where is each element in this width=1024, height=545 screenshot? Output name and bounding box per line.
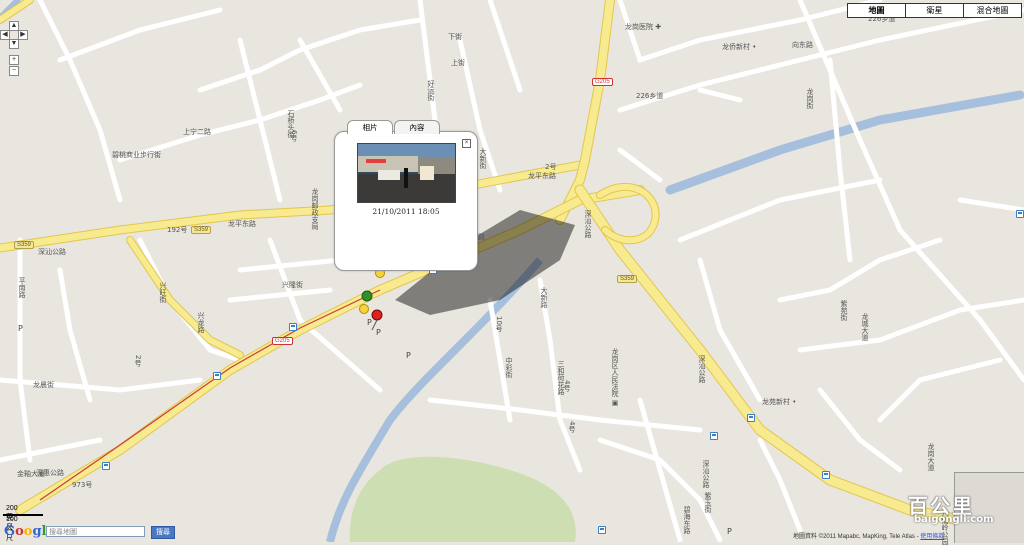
map-label: 龙岗邮政支局 (311, 188, 319, 230)
map-label: 兴龙路 (197, 312, 205, 333)
info-window: 相片 內容 × 21/10/2011 18:05 (334, 120, 478, 271)
watermark-url: baigongli.com (914, 514, 994, 525)
map-type-button-2[interactable]: 混合地圖 (963, 3, 1022, 18)
map-label: 4号 (568, 421, 576, 433)
photo-timestamp: 21/10/2011 18:05 (372, 207, 440, 216)
map-label: 下街 (448, 33, 462, 41)
zoom-in-button[interactable]: + (9, 55, 19, 65)
map-label: 上街 (451, 59, 465, 67)
map-label: 深汕公路 (702, 460, 710, 488)
bus-stop-icon[interactable] (289, 323, 297, 331)
map-label: 大新路 (540, 287, 548, 308)
map-label: 深汕公路 (38, 248, 66, 256)
map-label: 深惠公路 (36, 469, 64, 477)
parking-icon: P (367, 318, 372, 327)
map-label: 紫玉街 (704, 492, 712, 513)
marker-green (361, 290, 373, 302)
map-label: 兴旺街 (159, 282, 167, 303)
map-label: 紫苑街 (840, 300, 848, 321)
map-type-button-1[interactable]: 衛星 (905, 3, 964, 18)
map-label: 4号 (563, 380, 571, 392)
map-label: 兴隆街 (282, 281, 303, 289)
route-shield-g205: G205 (592, 78, 613, 86)
bus-stop-icon[interactable] (1016, 210, 1024, 218)
info-window-photo[interactable] (357, 143, 456, 203)
map-label: 192号 (167, 226, 188, 234)
marker-red (371, 309, 383, 321)
route-shield-s359: S359 (14, 241, 35, 249)
map-label: 龙城大道 (861, 313, 869, 341)
info-window-tabs: 相片 內容 (347, 120, 441, 134)
parking-icon: P (727, 527, 732, 536)
map-label: 龙晨街 (33, 381, 54, 389)
map-label: 龙岗大道 (927, 443, 935, 471)
map-label: 上宁二路 (183, 128, 211, 136)
map-label: 龙岗街 (806, 88, 814, 109)
map-label: 6号 (290, 130, 298, 142)
map-label: 深汕公路 (698, 355, 706, 383)
map-label: 大新街 (479, 148, 487, 169)
tab-photo[interactable]: 相片 (347, 120, 393, 134)
bus-stop-icon[interactable] (710, 432, 718, 440)
bus-stop-icon[interactable] (822, 471, 830, 479)
map-label: 深汕公路 (584, 210, 592, 238)
map-label: 向东路 (792, 41, 813, 49)
map-label: 好运街 (427, 80, 435, 101)
search-input[interactable]: 搜尋地圖 (46, 526, 145, 537)
marker-yellow (359, 304, 369, 314)
map-type-button-0[interactable]: 地圖 (847, 3, 906, 18)
map-type-control: 地圖 衛星 混合地圖 (847, 3, 1022, 18)
map-label: 龙侨新村 • (722, 43, 757, 51)
map-label: 10号 (495, 316, 503, 332)
bus-stop-icon[interactable] (102, 462, 110, 470)
search-button[interactable]: 搜尋 (151, 526, 175, 539)
bus-stop-icon[interactable] (747, 414, 755, 422)
terms-link[interactable]: 使用條款 (920, 534, 944, 540)
zoom-out-button[interactable]: − (9, 66, 19, 76)
parking-icon: P (406, 351, 411, 360)
map-canvas[interactable] (0, 0, 1024, 542)
map-label: 2号 (134, 355, 142, 367)
map-label: 973号 (72, 481, 93, 489)
map-label: 龙岗医院 ✚ (625, 23, 662, 31)
copyright-text: 地圖資料 ©2011 Mapabc, MapKing, Tele Atlas -… (793, 531, 944, 540)
route-shield-s359: S359 (617, 275, 638, 283)
map-label: 龙岗区人民法院 ▣ (611, 348, 619, 408)
map-label: 龙平东路 (528, 172, 556, 180)
parking-icon: P (18, 324, 23, 333)
tab-content[interactable]: 內容 (394, 120, 440, 134)
pan-down-button[interactable]: ▼ (9, 39, 19, 49)
bus-stop-icon[interactable] (213, 372, 221, 380)
route-shield-g205: G205 (272, 337, 293, 345)
map-label: 中彩街 (505, 357, 513, 378)
map-label: 2号 (545, 163, 557, 171)
map-label: 226乡道 (636, 92, 664, 100)
map-label: 龙苑新村 • (762, 398, 797, 406)
route-shield-s359: S359 (191, 226, 212, 234)
parking-icon: P (376, 328, 381, 337)
bus-stop-icon[interactable] (598, 526, 606, 534)
close-icon[interactable]: × (462, 139, 471, 148)
copyright-notice: 地圖資料 ©2011 Mapabc, MapKing, Tele Atlas - (793, 534, 921, 540)
map-label: 平南路 (18, 277, 26, 298)
pan-right-button[interactable]: ▶ (18, 30, 28, 40)
map-label: 龙平东路 (228, 220, 256, 228)
map-label: 碧桃商业步行街 (112, 151, 161, 159)
map-label: 碧海东路 (683, 506, 691, 534)
